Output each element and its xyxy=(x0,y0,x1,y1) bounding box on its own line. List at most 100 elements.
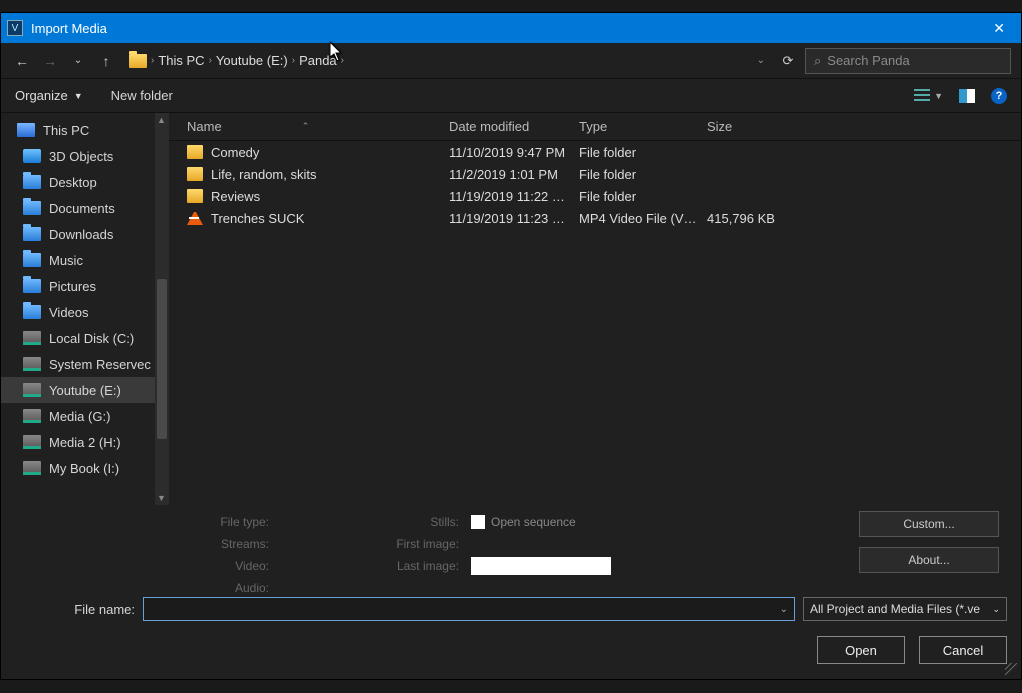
window-title: Import Media xyxy=(31,21,107,36)
sidebar-item[interactable]: This PC xyxy=(1,117,169,143)
breadcrumb[interactable]: Youtube (E:) xyxy=(216,53,288,68)
sidebar-item-label: My Book (I:) xyxy=(49,461,119,476)
list-view-icon xyxy=(914,89,930,103)
sidebar-item-label: Youtube (E:) xyxy=(49,383,121,398)
folder-blue-icon xyxy=(23,175,41,189)
resize-grip[interactable] xyxy=(1005,663,1017,675)
new-folder-button[interactable]: New folder xyxy=(111,88,173,103)
toolbar: Organize▼ New folder ▼ ? xyxy=(1,79,1021,113)
chevron-right-icon: › xyxy=(341,55,344,66)
open-sequence-checkbox[interactable] xyxy=(471,515,485,529)
sidebar-item[interactable]: Media 2 (H:) xyxy=(1,429,169,455)
help-button[interactable]: ? xyxy=(991,88,1007,104)
breadcrumb[interactable]: Panda xyxy=(299,53,337,68)
sidebar-item[interactable]: Desktop xyxy=(1,169,169,195)
metadata-panel: File type: Streams: Video: Audio: Stills… xyxy=(1,505,1021,580)
forward-button[interactable]: → xyxy=(39,50,61,72)
sidebar-item[interactable]: Videos xyxy=(1,299,169,325)
file-type: File folder xyxy=(579,167,707,182)
folder-blue-icon xyxy=(23,201,41,215)
view-options[interactable]: ▼ xyxy=(914,89,943,103)
filename-dropdown-icon[interactable]: ⌄ xyxy=(780,604,788,615)
meta-video-label: Video: xyxy=(151,559,281,573)
folder-icon xyxy=(187,167,203,181)
chevron-right-icon: › xyxy=(151,55,154,66)
close-button[interactable]: ✕ xyxy=(985,16,1013,41)
file-row[interactable]: Trenches SUCK11/19/2019 11:23 …MP4 Video… xyxy=(169,207,1021,229)
file-row[interactable]: Comedy 11/10/2019 9:47 PMFile folder xyxy=(169,141,1021,163)
sidebar-item[interactable]: Downloads xyxy=(1,221,169,247)
back-button[interactable]: ← xyxy=(11,50,33,72)
file-name: Life, random, skits xyxy=(211,167,317,182)
open-sequence-label: Open sequence xyxy=(491,515,576,529)
sidebar-item[interactable]: System Reservec xyxy=(1,351,169,377)
folder-blue-icon xyxy=(23,279,41,293)
sidebar-item-label: System Reservec xyxy=(49,357,151,372)
organize-menu[interactable]: Organize▼ xyxy=(15,88,83,103)
file-type: File folder xyxy=(579,189,707,204)
sidebar-item-label: Music xyxy=(49,253,83,268)
import-media-dialog: V Import Media ✕ ← → ⌄ ↑ › This PC › You… xyxy=(0,12,1022,680)
breadcrumb[interactable]: This PC xyxy=(158,53,204,68)
sidebar-item[interactable]: Music xyxy=(1,247,169,273)
cancel-button[interactable]: Cancel xyxy=(919,636,1007,664)
search-input[interactable]: ⌕ Search Panda xyxy=(805,48,1011,74)
col-name[interactable]: Name xyxy=(187,119,222,134)
col-size[interactable]: Size xyxy=(707,119,827,134)
sidebar-item[interactable]: Youtube (E:) xyxy=(1,377,169,403)
open-button[interactable]: Open xyxy=(817,636,905,664)
nav-bar: ← → ⌄ ↑ › This PC › Youtube (E:) › Panda… xyxy=(1,43,1021,79)
video-file-icon xyxy=(187,212,203,225)
column-headers[interactable]: Name ⌃ Date modified Type Size xyxy=(169,113,1021,141)
sidebar-item[interactable]: Local Disk (C:) xyxy=(1,325,169,351)
address-bar[interactable]: › This PC › Youtube (E:) › Panda › ⌄ xyxy=(123,48,771,74)
sidebar-item-label: Pictures xyxy=(49,279,96,294)
file-size: 415,796 KB xyxy=(707,211,827,226)
sidebar-scrollbar[interactable] xyxy=(155,113,169,505)
address-dropdown[interactable]: ⌄ xyxy=(757,55,765,66)
pc-icon xyxy=(17,123,35,137)
sidebar-item-label: Desktop xyxy=(49,175,97,190)
sidebar-item-label: Videos xyxy=(49,305,89,320)
chevron-right-icon: › xyxy=(209,55,212,66)
refresh-button[interactable]: ⟳ xyxy=(777,53,799,69)
file-name: Comedy xyxy=(211,145,259,160)
file-list: Name ⌃ Date modified Type Size Comedy 11/1… xyxy=(169,113,1021,505)
sidebar-item[interactable]: Media (G:) xyxy=(1,403,169,429)
sidebar-item[interactable]: 3D Objects xyxy=(1,143,169,169)
preview-pane-toggle[interactable] xyxy=(959,89,975,103)
obj-icon xyxy=(23,149,41,163)
sidebar-item[interactable]: My Book (I:) xyxy=(1,455,169,481)
sort-asc-icon: ⌃ xyxy=(302,121,310,132)
file-row[interactable]: Life, random, skits11/2/2019 1:01 PMFile… xyxy=(169,163,1021,185)
search-icon: ⌕ xyxy=(814,53,821,69)
file-type: File folder xyxy=(579,145,707,160)
col-date[interactable]: Date modified xyxy=(449,119,579,134)
col-type[interactable]: Type xyxy=(579,119,707,134)
meta-audio-label: Audio: xyxy=(151,581,281,595)
sidebar-item-label: This PC xyxy=(43,123,89,138)
folder-icon xyxy=(129,54,147,68)
last-image-field[interactable] xyxy=(471,557,611,575)
about-button[interactable]: About... xyxy=(859,547,999,573)
file-type-filter[interactable]: All Project and Media Files (*.ve⌄ xyxy=(803,597,1007,621)
search-placeholder: Search Panda xyxy=(827,53,909,68)
file-row[interactable]: Reviews11/19/2019 11:22 …File folder xyxy=(169,185,1021,207)
meta-file-type-label: File type: xyxy=(151,515,281,529)
meta-last-image-label: Last image: xyxy=(381,559,471,573)
nav-sidebar: This PC 3D Objects Desktop Documents Downloa… xyxy=(1,113,169,505)
scrollbar-thumb[interactable] xyxy=(157,279,167,439)
sidebar-item-label: Documents xyxy=(49,201,115,216)
file-name-input[interactable]: ⌄ xyxy=(143,597,795,621)
meta-stills-label: Stills: xyxy=(381,515,471,529)
file-date: 11/10/2019 9:47 PM xyxy=(449,145,579,160)
disk-icon xyxy=(23,331,41,345)
sidebar-item[interactable]: Documents xyxy=(1,195,169,221)
file-date: 11/19/2019 11:23 … xyxy=(449,211,579,226)
custom-button[interactable]: Custom... xyxy=(859,511,999,537)
up-button[interactable]: ↑ xyxy=(95,50,117,72)
disk-icon xyxy=(23,461,41,475)
sidebar-item[interactable]: Pictures xyxy=(1,273,169,299)
recent-dropdown[interactable]: ⌄ xyxy=(67,50,89,72)
disk-icon xyxy=(23,435,41,449)
